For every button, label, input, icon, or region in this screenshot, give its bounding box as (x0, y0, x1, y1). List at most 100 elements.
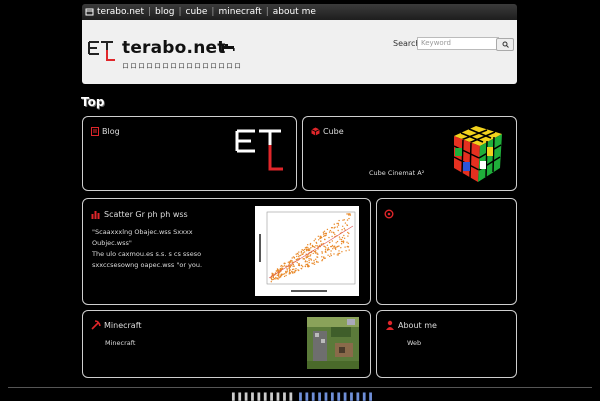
nav-item-minecraft[interactable]: minecraft (214, 7, 265, 17)
scatter-point (322, 231, 325, 233)
scatter-point (315, 258, 317, 260)
blog-card[interactable]: Blog (82, 116, 297, 191)
about-card-title[interactable]: About me (398, 321, 437, 330)
rubiks-cube-image (453, 126, 502, 182)
cube-icon (311, 127, 320, 136)
site-title[interactable]: terabo.net (122, 38, 226, 58)
scatter-point (286, 270, 288, 273)
scatter-point (300, 250, 303, 253)
nav-home-link[interactable]: terabo.net (82, 7, 148, 17)
scatter-point (313, 246, 315, 248)
scatter-point (343, 219, 345, 221)
scatter-point (283, 262, 286, 264)
extra-card[interactable] (376, 198, 517, 305)
scatter-point (311, 244, 314, 247)
scatter-point (288, 266, 291, 268)
site-logo[interactable] (86, 38, 118, 62)
scatter-point (303, 251, 306, 253)
scatter-point (308, 255, 310, 257)
scatter-point (327, 254, 329, 256)
scatter-point (334, 233, 336, 236)
scatter-point (348, 217, 350, 220)
about-card[interactable]: About me Web (376, 310, 517, 378)
stats-card-title[interactable]: Scatter Gr ph ph wss (104, 210, 188, 219)
scatter-point (275, 278, 277, 280)
scatter-point (328, 248, 330, 251)
minecraft-screenshot-image (307, 317, 359, 369)
scatter-point (323, 235, 325, 237)
nav-site-label: terabo.net (97, 7, 144, 17)
scatter-point (306, 261, 308, 263)
scatter-point (318, 239, 320, 241)
minecraft-card-text: Minecraft (105, 339, 136, 347)
cube-card[interactable]: Cube Cube Cinemat A² (302, 116, 517, 191)
pickaxe-icon (91, 320, 101, 330)
scatter-point (285, 274, 287, 277)
scatter-point (280, 265, 282, 267)
search-button[interactable] (496, 38, 514, 51)
scatter-point (273, 278, 275, 281)
scatter-point (296, 255, 298, 258)
scatter-point (336, 240, 339, 243)
scatter-point (290, 265, 292, 267)
scatter-point (344, 246, 346, 248)
nav-item-blog[interactable]: blog (151, 7, 178, 17)
scatter-point (283, 265, 286, 267)
scatter-point (292, 256, 295, 258)
home-icon (85, 8, 94, 16)
blog-card-title[interactable]: Blog (102, 127, 120, 136)
scatter-point (308, 258, 310, 260)
scatter-point (270, 281, 272, 283)
scatter-point (327, 248, 329, 250)
minecraft-card[interactable]: Minecraft Minecraft (82, 310, 371, 378)
scatter-point (292, 272, 294, 274)
scatter-point (338, 219, 340, 222)
scatter-point (331, 240, 333, 242)
scatter-point (330, 254, 332, 257)
scatter-point (300, 267, 302, 270)
scatter-point (345, 250, 347, 252)
stats-card[interactable]: Scatter Gr ph ph wss "Scaaxxxlng Obajec.… (82, 198, 371, 305)
scatter-point (314, 238, 317, 240)
scatter-point (324, 249, 327, 251)
scatter-point (331, 235, 333, 238)
nav-item-about[interactable]: about me (269, 7, 320, 17)
scatter-point (315, 245, 317, 247)
scatter-point (346, 246, 348, 248)
minecraft-card-title[interactable]: Minecraft (104, 321, 142, 330)
scatter-point (319, 237, 322, 239)
scatter-point (309, 244, 311, 246)
scatter-point (290, 259, 292, 262)
scatter-point (313, 259, 315, 262)
scatter-point (328, 236, 330, 239)
scatter-point (277, 274, 279, 276)
scatter-point (297, 253, 299, 255)
scatter-point (310, 254, 312, 256)
scatter-point (324, 238, 326, 241)
scatter-point (298, 263, 301, 265)
cube-card-title[interactable]: Cube (323, 127, 344, 136)
scatter-point (275, 276, 277, 279)
scatter-point (333, 223, 335, 225)
scatter-point (347, 246, 350, 248)
scatter-point (347, 242, 349, 244)
nav-item-cube[interactable]: cube (182, 7, 212, 17)
scatter-point (331, 227, 333, 229)
scatter-point (349, 213, 351, 215)
search-input[interactable]: Keyword (417, 37, 499, 50)
scatter-point (343, 227, 345, 230)
scatter-point (283, 273, 286, 275)
scatter-point (270, 277, 273, 280)
scatter-point (341, 229, 343, 231)
document-icon (91, 127, 99, 136)
stats-card-text-1: "Scaaxxxlng Obajec.wss Sxxxx (92, 228, 193, 236)
scatter-point (338, 250, 340, 252)
scatter-point (337, 229, 339, 232)
scatter-point (333, 253, 335, 255)
scatter-point (286, 269, 288, 271)
scatter-point (334, 247, 337, 249)
scatter-point (322, 256, 325, 258)
scatter-point (340, 240, 343, 243)
scatter-point (347, 231, 349, 234)
scatter-point (278, 269, 280, 271)
